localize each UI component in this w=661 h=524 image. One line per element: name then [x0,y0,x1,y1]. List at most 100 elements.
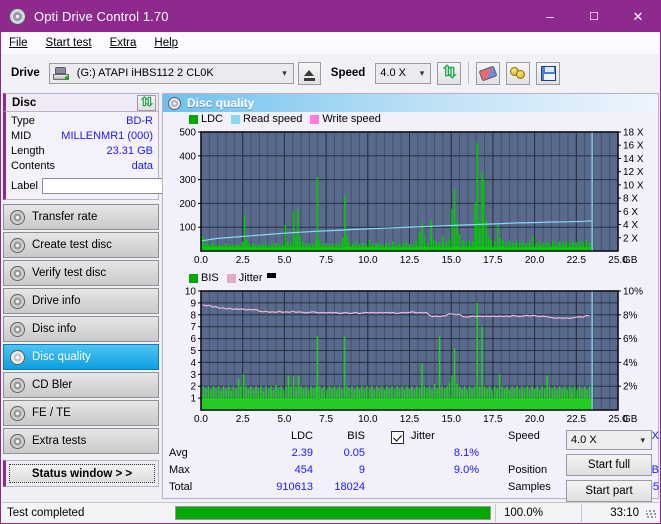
window-controls: – ☐ ✕ [528,1,660,32]
svg-text:20.0: 20.0 [525,414,545,425]
status-text: Test completed [7,506,85,519]
disc-refresh-button[interactable]: ⇧ ⇧ [137,94,156,111]
menu-extra-label: Extra [109,37,137,49]
disc-icon [10,237,25,253]
stats-samples-key: Samples [508,481,551,493]
disc-label-row: Label [11,177,242,195]
drive-select-value: (G:) ATAPI iHBS112 2 CL0K [76,67,214,79]
stats-panel: LDC BIS Jitter Speed 4.19 X Avg 2.39 0.0… [163,428,659,506]
disc-mid-key: MID [11,130,32,142]
start-part-button[interactable]: Start part [566,480,652,502]
disc-mid-value: MILLENMR1 (000) [61,130,153,142]
disc-icon [10,433,25,449]
maximize-button[interactable]: ☐ [572,1,616,32]
sidebar-item-disc-info[interactable]: Disc info [3,316,159,342]
legend-label: LDC [201,113,224,125]
svg-text:12.5: 12.5 [400,255,420,266]
ldc-chart-svg: 100 200 300 400 500 2 X 4 X 6 X 8 X 10 X 12 X 14 X 1… [163,126,658,269]
menu-help[interactable]: Help [154,37,178,49]
svg-text:15.0: 15.0 [441,255,461,266]
svg-text:10.0: 10.0 [358,255,378,266]
svg-text:1: 1 [190,394,196,405]
sidebar-item-label: Create test disc [32,239,112,251]
menu-bar: File Start test Extra Help [1,32,660,54]
sidebar-item-verify-test-disc[interactable]: Verify test disc [3,260,159,286]
disc-row-length: Length 23.31 GB [11,144,153,159]
drive-label: Drive [11,67,40,79]
nav-list: Transfer rate Create test disc Verify te… [3,204,159,454]
disc-row-mid: MID MILLENMR1 (000) [11,129,153,144]
svg-text:8%: 8% [623,310,638,321]
sidebar-item-fe-te[interactable]: FE / TE [3,400,159,426]
test-speed-select[interactable]: 4.0 X ▾ [566,430,652,450]
eject-button[interactable] [297,61,321,85]
legend-item-read-speed: Read speed [231,113,302,125]
speed-select[interactable]: 4.0 X ▾ [375,62,432,84]
toolbar: Drive (G:) ATAPI iHBS112 2 CL0K ▾ Speed … [1,54,660,92]
status-bar: Test completed 100.0% 33:10 [2,502,659,522]
stats-actions: 4.0 X ▾ Start full Start part [566,430,652,506]
start-full-button[interactable]: Start full [566,454,652,476]
sidebar-item-transfer-rate[interactable]: Transfer rate [3,204,159,230]
menu-start-test-label: Start test [45,37,92,49]
jitter-marker-icon [266,273,276,278]
legend-item-write-speed: Write speed [310,113,381,125]
menu-file-label: File [9,37,28,49]
stats-max-bis: 9 [358,464,365,476]
legend-swatch [189,273,198,283]
sidebar-item-cd-bler[interactable]: CD Bler [3,372,159,398]
svg-text:3: 3 [190,370,196,381]
stats-header-bis: BIS [347,430,365,442]
stats-row-label: Total [169,481,193,493]
close-button[interactable]: ✕ [616,1,660,32]
stats-speed-key: Speed [508,430,540,442]
disc-icon [10,293,25,309]
legend-label: Write speed [322,113,381,125]
menu-file[interactable]: File [9,37,28,49]
bis-jitter-chart: 1 2 3 4 5 6 7 8 9 10 2% 4% 6% 8% 10% 0.0 2.5 5.0 7.5 10.0 12… [163,285,658,428]
svg-text:9: 9 [190,298,196,309]
disc-info-body: Type BD-R MID MILLENMR1 (000) Length 23.… [3,112,242,200]
menu-start-test[interactable]: Start test [46,37,92,49]
bis-jitter-chart-svg: 12345678910 2% 4% 6% 8% 10% 0.0 2.5 5.0 7.5 10.0 12… [163,285,658,428]
resize-grip[interactable] [646,509,656,519]
sidebar-item-extra-tests[interactable]: Extra tests [3,428,159,454]
disc-contents-key: Contents [11,160,56,172]
stats-row-label: Avg [169,447,188,459]
svg-text:2.5: 2.5 [236,255,250,266]
disc-icon [168,96,181,110]
menu-extra[interactable]: Extra [110,37,137,49]
erase-button[interactable] [476,61,501,85]
svg-text:5.0: 5.0 [277,255,291,266]
disc-type-key: Type [11,115,35,127]
sidebar-item-disc-quality[interactable]: Disc quality [3,344,159,370]
left-panel: Disc ⇧ ⇧ Type BD-R MID MILLENMR1 (000) Le… [3,93,242,487]
pins-button[interactable] [506,61,531,85]
svg-text:10%: 10% [623,287,643,298]
save-button[interactable] [536,61,561,85]
legend-swatch [310,114,320,124]
legend-swatch [231,114,241,124]
legend-label: BIS [201,272,219,284]
sidebar-item-drive-info[interactable]: Drive info [3,288,159,314]
svg-text:2: 2 [190,382,196,393]
test-speed-value: 4.0 X [571,434,597,446]
refresh-button[interactable]: ⇧ ⇧ [437,61,462,85]
disc-panel-title: Disc [12,96,37,109]
minimize-button[interactable]: – [528,1,572,32]
title-bar: Opti Drive Control 1.70 – ☐ ✕ [1,1,660,32]
ldc-chart: 100 200 300 400 500 2 X 4 X 6 X 8 X 10 X 12 X 14 X 1… [163,126,658,269]
svg-text:7.5: 7.5 [319,255,333,266]
sidebar-item-create-test-disc[interactable]: Create test disc [3,232,159,258]
svg-text:6 X: 6 X [623,207,638,218]
jitter-checkbox[interactable] [391,431,404,444]
drive-select[interactable]: (G:) ATAPI iHBS112 2 CL0K ▾ [48,62,294,84]
legend-label: Jitter [238,272,263,284]
status-window-button[interactable]: Status window > > [9,464,155,483]
svg-text:4: 4 [190,358,196,369]
stats-total-ldc: 910613 [276,481,313,493]
svg-text:5: 5 [190,346,196,357]
svg-text:0.0: 0.0 [194,255,208,266]
sidebar-item-label: Verify test disc [32,267,107,279]
sidebar-item-label: FE / TE [32,407,71,419]
